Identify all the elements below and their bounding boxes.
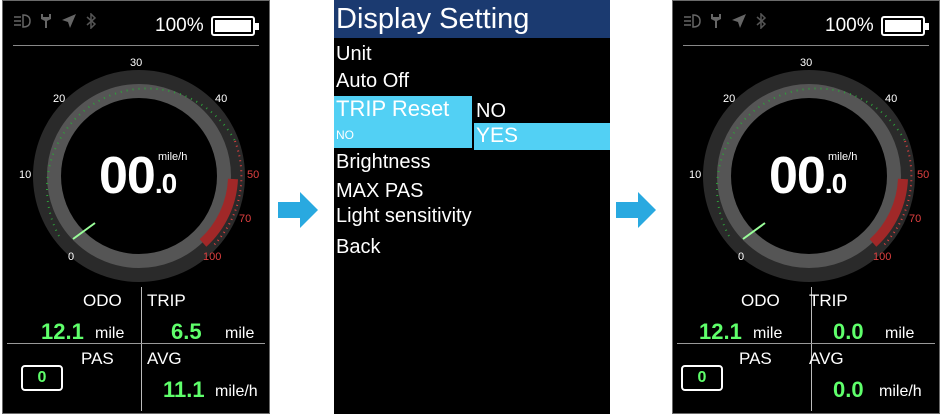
- headlight-icon: [14, 14, 31, 28]
- gauge-tick-0: 0: [68, 251, 75, 263]
- avg-unit: mile/h: [879, 383, 922, 400]
- gauge-tick-10: 10: [689, 169, 702, 181]
- menu-item-light-sensitivity[interactable]: Light sensitivity: [336, 205, 472, 228]
- gauge-tick-40: 40: [215, 93, 228, 105]
- bluetooth-icon: [86, 13, 97, 29]
- speed-unit: mile/h: [828, 151, 858, 163]
- trip-label: TRIP: [147, 291, 186, 310]
- wrench-icon: [41, 14, 51, 28]
- menu-item-brightness[interactable]: Brightness: [336, 151, 431, 174]
- trip-reset-current-value: NO: [336, 128, 354, 142]
- battery-icon: [211, 16, 259, 36]
- battery-icon: [881, 16, 929, 36]
- avg-unit: mile/h: [215, 383, 258, 400]
- display-screen-after: 100% 0 10 20 30 40 50 70 100 0 0.0 mile/h…: [672, 0, 940, 414]
- status-bar: 100%: [3, 1, 269, 47]
- display-setting-menu: Display Setting Unit Auto Off TRIP Reset…: [334, 0, 610, 414]
- headlight-icon: [684, 14, 701, 28]
- arrow-right-icon: [616, 192, 656, 228]
- menu-item-unit[interactable]: Unit: [336, 43, 372, 66]
- battery-percentage: 100%: [825, 15, 874, 36]
- display-screen-before: 100% 0 10 20 30 40 50 70 100 00.0 mile/h…: [2, 0, 270, 414]
- avg-value: 11.1: [163, 377, 205, 402]
- navigation-icon: [62, 14, 76, 28]
- gauge-tick-20: 20: [53, 93, 66, 105]
- speed-unit: mile/h: [158, 151, 188, 163]
- arrow-right-icon: [278, 192, 318, 228]
- gauge-tick-0: 0: [738, 251, 745, 263]
- gauge-tick-50: 50: [917, 169, 930, 181]
- gauge-tick-70: 70: [909, 213, 922, 225]
- avg-label: AVG: [147, 349, 182, 368]
- pas-label: PAS: [739, 349, 772, 368]
- trip-info-panel: ODO 12.1 mile TRIP 0.0 mile PAS 0 AVG 0.…: [673, 283, 939, 413]
- trip-info-panel: ODO 12.1 mile TRIP 6.5 mile PAS 0 AVG 11…: [3, 283, 269, 413]
- menu-title: Display Setting: [334, 0, 610, 38]
- pas-level-box: 0: [21, 365, 63, 391]
- avg-value: 0.0: [833, 377, 864, 402]
- trip-unit: mile: [225, 325, 255, 342]
- battery-percentage: 100%: [155, 15, 204, 36]
- odo-unit: mile: [95, 325, 125, 342]
- gauge-tick-30: 30: [800, 57, 813, 69]
- trip-unit: mile: [885, 325, 915, 342]
- odo-unit: mile: [753, 325, 783, 342]
- odo-label: ODO: [741, 291, 780, 310]
- gauge-tick-40: 40: [885, 93, 898, 105]
- wrench-icon: [711, 14, 721, 28]
- avg-label: AVG: [809, 349, 844, 368]
- option-no[interactable]: NO: [476, 100, 506, 123]
- gauge-tick-70: 70: [239, 213, 252, 225]
- menu-item-back[interactable]: Back: [336, 236, 380, 259]
- navigation-icon: [732, 14, 746, 28]
- pas-level-box: 0: [681, 365, 723, 391]
- trip-label: TRIP: [809, 291, 848, 310]
- odo-value: 12.1: [699, 319, 742, 344]
- gauge-tick-100: 100: [203, 251, 222, 263]
- odo-value: 12.1: [41, 319, 84, 344]
- trip-value: 0.0: [833, 319, 864, 344]
- gauge-tick-100: 100: [873, 251, 892, 263]
- bluetooth-icon: [756, 13, 767, 29]
- odo-label: ODO: [83, 291, 122, 310]
- pas-label: PAS: [81, 349, 114, 368]
- gauge-tick-10: 10: [19, 169, 32, 181]
- option-yes[interactable]: YES: [476, 124, 518, 148]
- menu-item-trip-reset[interactable]: TRIP Reset: [336, 96, 449, 122]
- menu-item-auto-off[interactable]: Auto Off: [336, 70, 409, 93]
- gauge-tick-20: 20: [723, 93, 736, 105]
- gauge-tick-30: 30: [130, 57, 143, 69]
- status-bar: 100%: [673, 1, 939, 47]
- gauge-tick-50: 50: [247, 169, 260, 181]
- trip-value: 6.5: [171, 319, 202, 344]
- menu-item-max-pas[interactable]: MAX PAS: [336, 180, 423, 203]
